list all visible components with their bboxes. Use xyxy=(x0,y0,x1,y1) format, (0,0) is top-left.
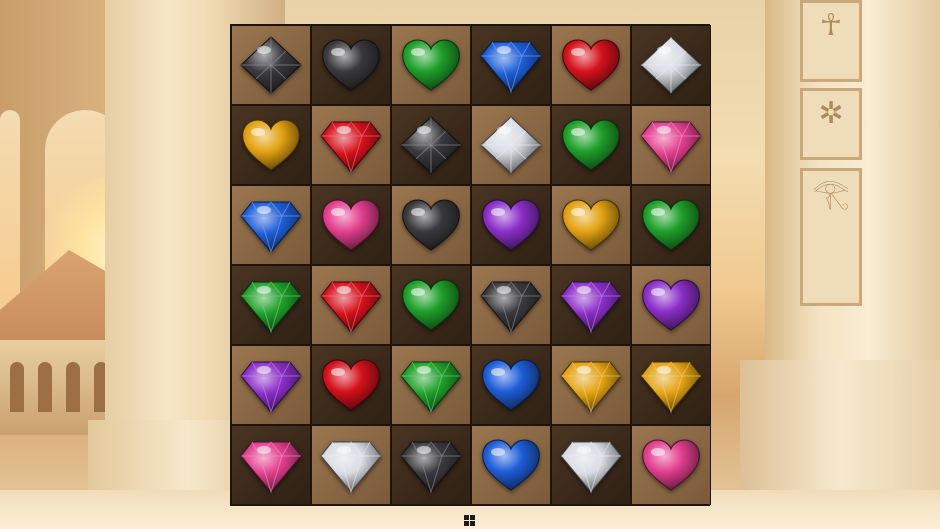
board-cell[interactable] xyxy=(231,425,311,505)
board-cell[interactable] xyxy=(551,425,631,505)
board-cell[interactable] xyxy=(311,105,391,185)
board-cell[interactable] xyxy=(551,25,631,105)
red-round-gem-icon[interactable] xyxy=(318,276,384,334)
board-cell[interactable] xyxy=(551,105,631,185)
board-cell[interactable] xyxy=(471,105,551,185)
board-cell[interactable] xyxy=(471,345,551,425)
hieroglyph-panel: ✲ xyxy=(800,88,862,160)
black-round-gem-icon[interactable] xyxy=(478,276,544,334)
black-diamond-gem-icon[interactable] xyxy=(238,36,304,94)
yellow-heart-gem-icon[interactable] xyxy=(558,196,624,254)
green-heart-gem-icon[interactable] xyxy=(638,196,704,254)
board-cell[interactable] xyxy=(311,25,391,105)
board-cell[interactable] xyxy=(391,345,471,425)
windows-logo-icon[interactable] xyxy=(464,515,475,526)
purple-round-gem-icon[interactable] xyxy=(238,356,304,414)
board-cell[interactable] xyxy=(391,105,471,185)
board-cell[interactable] xyxy=(231,265,311,345)
board-cell[interactable] xyxy=(311,265,391,345)
board-cell[interactable] xyxy=(471,425,551,505)
white-diamond-gem-icon[interactable] xyxy=(638,36,704,94)
blue-round-gem-icon[interactable] xyxy=(478,36,544,94)
red-round-gem-icon[interactable] xyxy=(318,116,384,174)
pink-round-gem-icon[interactable] xyxy=(238,436,304,494)
yellow-round-gem-icon[interactable] xyxy=(638,356,704,414)
pink-round-gem-icon[interactable] xyxy=(638,116,704,174)
red-heart-gem-icon[interactable] xyxy=(318,356,384,414)
board-cell[interactable] xyxy=(631,185,711,265)
hieroglyph-panel: ☥ xyxy=(800,0,862,82)
black-diamond-gem-icon[interactable] xyxy=(398,116,464,174)
green-heart-gem-icon[interactable] xyxy=(398,36,464,94)
blue-round-gem-icon[interactable] xyxy=(238,196,304,254)
purple-heart-gem-icon[interactable] xyxy=(638,276,704,334)
green-heart-gem-icon[interactable] xyxy=(558,116,624,174)
board-cell[interactable] xyxy=(391,25,471,105)
black-heart-gem-icon[interactable] xyxy=(318,36,384,94)
board-cell[interactable] xyxy=(631,345,711,425)
yellow-heart-gem-icon[interactable] xyxy=(238,116,304,174)
board-cell[interactable] xyxy=(311,425,391,505)
black-heart-gem-icon[interactable] xyxy=(398,196,464,254)
purple-heart-gem-icon[interactable] xyxy=(478,196,544,254)
purple-round-gem-icon[interactable] xyxy=(558,276,624,334)
board-cell[interactable] xyxy=(231,345,311,425)
board-cell[interactable] xyxy=(551,345,631,425)
board-cell[interactable] xyxy=(631,425,711,505)
board-cell[interactable] xyxy=(551,185,631,265)
board-cell[interactable] xyxy=(231,185,311,265)
yellow-round-gem-icon[interactable] xyxy=(558,356,624,414)
board-cell[interactable] xyxy=(311,345,391,425)
game-board xyxy=(230,24,711,506)
white-round-gem-icon[interactable] xyxy=(558,436,624,494)
board-cell[interactable] xyxy=(471,185,551,265)
pink-heart-gem-icon[interactable] xyxy=(318,196,384,254)
board-cell[interactable] xyxy=(231,105,311,185)
board-cell[interactable] xyxy=(391,425,471,505)
white-round-gem-icon[interactable] xyxy=(318,436,384,494)
board-cell[interactable] xyxy=(631,265,711,345)
green-heart-gem-icon[interactable] xyxy=(398,276,464,334)
board-cell[interactable] xyxy=(471,265,551,345)
board-cell[interactable] xyxy=(551,265,631,345)
board-cell[interactable] xyxy=(471,25,551,105)
white-diamond-gem-icon[interactable] xyxy=(478,116,544,174)
green-round-gem-icon[interactable] xyxy=(398,356,464,414)
blue-heart-gem-icon[interactable] xyxy=(478,436,544,494)
board-cell[interactable] xyxy=(311,185,391,265)
board-cell[interactable] xyxy=(391,185,471,265)
hieroglyph-panel: 𓂀 xyxy=(800,168,862,306)
board-cell[interactable] xyxy=(231,25,311,105)
red-heart-gem-icon[interactable] xyxy=(558,36,624,94)
board-cell[interactable] xyxy=(631,25,711,105)
board-cell[interactable] xyxy=(631,105,711,185)
black-round-gem-icon[interactable] xyxy=(398,436,464,494)
blue-heart-gem-icon[interactable] xyxy=(478,356,544,414)
board-cell[interactable] xyxy=(391,265,471,345)
green-round-gem-icon[interactable] xyxy=(238,276,304,334)
pink-heart-gem-icon[interactable] xyxy=(638,436,704,494)
